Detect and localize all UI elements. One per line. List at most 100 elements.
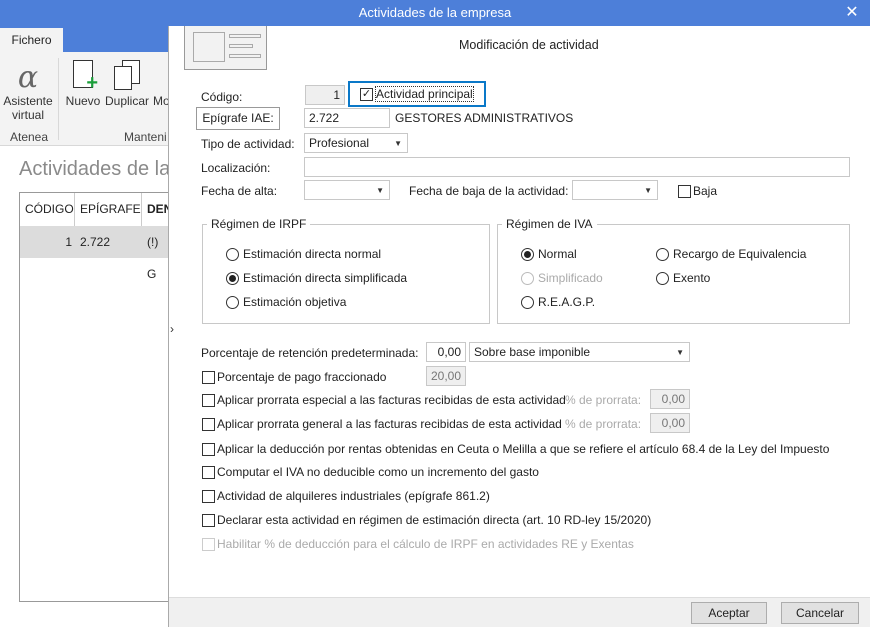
fecha-baja-label: Fecha de baja de la actividad: bbox=[409, 184, 569, 198]
ribbon-group-mantenimiento: Manteni bbox=[124, 130, 167, 144]
alquileres-checkbox[interactable] bbox=[202, 490, 215, 503]
localizacion-label: Localización: bbox=[201, 161, 271, 175]
selected-value: Sobre base imponible bbox=[474, 345, 591, 359]
chevron-down-icon[interactable]: ▼ bbox=[644, 182, 652, 200]
prorrata-especial-label: Aplicar prorrata especial a las facturas… bbox=[217, 393, 566, 407]
prorrata-pct-label: % de prorrata: bbox=[565, 417, 642, 431]
iva-no-deducible-label: Computar el IVA no deducible como un inc… bbox=[217, 465, 539, 479]
title-bar: Actividades de la empresa bbox=[0, 0, 870, 26]
pago-fraccionado-field: 20,00 bbox=[426, 366, 466, 386]
epigrafe-field[interactable]: 2.722 bbox=[304, 108, 390, 128]
radio-estimacion-directa-simplificada[interactable] bbox=[226, 272, 239, 285]
tab-fichero[interactable]: Fichero bbox=[0, 28, 63, 53]
actividad-principal-label: Actividad principal bbox=[375, 86, 474, 102]
cell-epigrafe: 2.722 bbox=[80, 235, 111, 249]
prorrata-general-label: Aplicar prorrata general a las facturas … bbox=[217, 417, 562, 431]
iva-group-title: Régimen de IVA bbox=[502, 217, 597, 231]
ceuta-melilla-checkbox[interactable] bbox=[202, 443, 215, 456]
codigo-field: 1 bbox=[305, 85, 345, 105]
button-label: Duplicar bbox=[104, 94, 149, 108]
irpf-group: Régimen de IRPF Estimación directa norma… bbox=[202, 217, 490, 324]
pago-fraccionado-checkbox[interactable] bbox=[202, 371, 215, 384]
radio-estimacion-directa-normal[interactable] bbox=[226, 248, 239, 261]
ceuta-melilla-label: Aplicar la deducción por rentas obtenida… bbox=[217, 442, 830, 456]
radio-recargo-equivalencia[interactable] bbox=[656, 248, 669, 261]
activities-table: CÓDIGO EPÍGRAFE DEN 1 2.722 (!) G bbox=[19, 192, 172, 602]
ribbon-group-atenea: Atenea bbox=[10, 130, 49, 144]
window-title: Actividades de la empresa bbox=[358, 5, 512, 20]
prorrata-general-field: 0,00 bbox=[650, 413, 690, 433]
retencion-label: Porcentaje de retención predeterminada: bbox=[201, 346, 419, 360]
page-title: Actividades de la bbox=[19, 158, 171, 180]
image-placeholder-icon bbox=[184, 26, 267, 70]
prorrata-especial-field: 0,00 bbox=[650, 389, 690, 409]
chevron-down-icon: ▼ bbox=[676, 348, 684, 357]
localizacion-field[interactable] bbox=[304, 157, 850, 177]
table-row[interactable]: 1 2.722 (!) G bbox=[20, 226, 170, 281]
radio-label: Normal bbox=[538, 247, 577, 261]
duplicar-button[interactable]: Duplicar bbox=[104, 60, 150, 108]
fecha-baja-field[interactable]: ▼ bbox=[572, 180, 658, 200]
alpha-icon: α bbox=[17, 60, 39, 95]
dialog-footer: Aceptar Cancelar bbox=[169, 597, 870, 627]
epigrafe-iae-button[interactable]: Epígrafe IAE: bbox=[196, 107, 280, 130]
radio-estimacion-objetiva[interactable] bbox=[226, 296, 239, 309]
button-label: virtual bbox=[11, 108, 44, 122]
chevron-down-icon[interactable]: ▼ bbox=[376, 182, 384, 200]
alquileres-label: Actividad de alquileres industriales (ep… bbox=[217, 489, 490, 503]
fecha-alta-field[interactable]: ▼ bbox=[304, 180, 390, 200]
new-document-icon: + bbox=[73, 60, 98, 93]
ribbon-divider bbox=[58, 58, 59, 140]
radio-normal[interactable] bbox=[521, 248, 534, 261]
habilitar-deduccion-checkbox bbox=[202, 538, 215, 551]
radio-exento[interactable] bbox=[656, 272, 669, 285]
prorrata-general-checkbox[interactable] bbox=[202, 418, 215, 431]
radio-label: Recargo de Equivalencia bbox=[673, 247, 807, 261]
cell-denominacion: (!) G bbox=[147, 235, 159, 281]
tipo-actividad-label: Tipo de actividad: bbox=[201, 137, 295, 151]
prorrata-pct-label: % de prorrata: bbox=[565, 393, 642, 407]
actividad-principal-checkbox[interactable]: ✓ Actividad principal bbox=[348, 81, 486, 107]
checkbox-checked-icon: ✓ bbox=[360, 88, 373, 101]
chevron-right-icon[interactable]: › bbox=[170, 322, 174, 336]
duplicate-icon bbox=[114, 60, 140, 90]
estimacion-directa-checkbox[interactable] bbox=[202, 514, 215, 527]
radio-label: Simplificado bbox=[538, 271, 603, 285]
selected-value: Profesional bbox=[309, 136, 370, 150]
baja-label: Baja bbox=[693, 184, 718, 198]
aceptar-button[interactable]: Aceptar bbox=[691, 602, 767, 624]
fecha-alta-label: Fecha de alta: bbox=[201, 184, 278, 198]
iva-group: Régimen de IVA Normal Simplificado R.E.A… bbox=[497, 217, 850, 324]
chevron-down-icon: ▼ bbox=[394, 139, 402, 148]
button-label: Asistente bbox=[3, 94, 53, 108]
radio-label: Exento bbox=[673, 271, 711, 285]
column-header-epigrafe[interactable]: EPÍGRAFE bbox=[75, 193, 142, 226]
radio-label: Estimación objetiva bbox=[243, 295, 347, 309]
epigrafe-description: GESTORES ADMINISTRATIVOS bbox=[395, 111, 574, 125]
prorrata-especial-checkbox[interactable] bbox=[202, 394, 215, 407]
cell-codigo: 1 bbox=[65, 235, 72, 249]
cancelar-button[interactable]: Cancelar bbox=[781, 602, 859, 624]
habilitar-deduccion-label: Habilitar % de deducción para el cálculo… bbox=[217, 537, 634, 551]
radio-label: Estimación directa simplificada bbox=[243, 271, 408, 285]
radio-reagp[interactable] bbox=[521, 296, 534, 309]
estimacion-directa-label: Declarar esta actividad en régimen de es… bbox=[217, 513, 652, 527]
button-label: Nuevo bbox=[65, 94, 101, 108]
column-header-codigo[interactable]: CÓDIGO bbox=[20, 193, 75, 226]
asistente-virtual-button[interactable]: α Asistente virtual bbox=[2, 60, 54, 122]
tipo-actividad-select[interactable]: Profesional ▼ bbox=[304, 133, 408, 153]
radio-simplificado bbox=[521, 272, 534, 285]
iva-no-deducible-checkbox[interactable] bbox=[202, 466, 215, 479]
irpf-group-title: Régimen de IRPF bbox=[207, 217, 311, 231]
retencion-base-select[interactable]: Sobre base imponible ▼ bbox=[469, 342, 690, 362]
radio-label: Estimación directa normal bbox=[243, 247, 382, 261]
modificacion-actividad-dialog: Modificación de actividad Código: 1 ✓ Ac… bbox=[168, 26, 870, 627]
close-icon[interactable]: ✕ bbox=[842, 0, 862, 26]
dialog-title: Modificación de actividad bbox=[459, 38, 599, 52]
pago-fraccionado-label: Porcentaje de pago fraccionado bbox=[217, 370, 387, 384]
radio-label: R.E.A.G.P. bbox=[538, 295, 596, 309]
nuevo-button[interactable]: + Nuevo bbox=[64, 60, 102, 108]
baja-checkbox[interactable] bbox=[678, 185, 691, 198]
codigo-label: Código: bbox=[201, 90, 243, 104]
retencion-field[interactable]: 0,00 bbox=[426, 342, 466, 362]
